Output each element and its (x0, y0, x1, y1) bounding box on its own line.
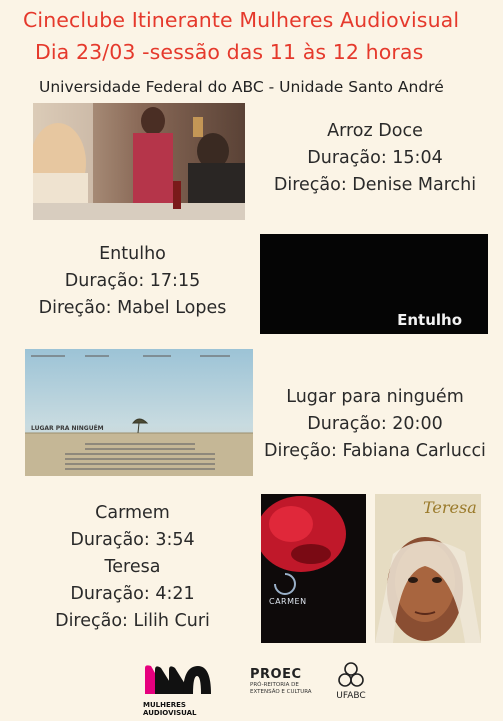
entulho-poster-title: Entulho (397, 311, 462, 329)
proec-line2: EXTENSÃO E CULTURA (250, 689, 312, 695)
film-director: Direção: Mabel Lopes (38, 298, 227, 318)
logo1-line2: AUDIOVISUAL (143, 709, 197, 717)
film-duration: Duração: 20:00 (307, 414, 443, 434)
event-title: Cineclube Itinerante Mulheres Audiovisua… (23, 8, 460, 32)
entulho-poster: Entulho (260, 234, 488, 334)
lugar-poster-title: LUGAR PRA NINGUÉM (31, 425, 104, 432)
venue: Universidade Federal do ABC - Unidade Sa… (39, 78, 444, 96)
film-director: Direção: Lilih Curi (55, 611, 210, 631)
film-title: Carmem (95, 503, 170, 523)
mulheres-audiovisual-logo: MULHERES AUDIOVISUAL (143, 662, 219, 717)
ufabc-logo: UFABC (331, 662, 371, 708)
session-date-time: Dia 23/03 -sessão das 11 às 12 horas (35, 40, 424, 64)
ufabc-name: UFABC (336, 691, 366, 701)
proec-logo: PROEC PRÓ-REITORIA DE EXTENSÃO E CULTURA (250, 667, 320, 707)
film-director: Direção: Denise Marchi (273, 175, 477, 195)
film-title: Arroz Doce (327, 121, 423, 141)
mulheres-audiovisual-mark (145, 665, 211, 694)
film-title: Entulho (99, 244, 166, 264)
carmen-poster: CARMEN (261, 494, 366, 643)
lugar-poster: LUGAR PRA NINGUÉM (25, 349, 253, 476)
film-duration: Duração: 3:54 (70, 530, 195, 550)
film-arroz-doce: Arroz Doce Duração: 15:04 Direção: Denis… (260, 118, 490, 199)
teresa-poster: Teresa (375, 494, 481, 643)
teresa-poster-title: Teresa (423, 498, 477, 517)
film-title: Lugar para ninguém (286, 387, 464, 407)
film-entulho: Entulho Duração: 17:15 Direção: Mabel Lo… (20, 241, 245, 322)
carmen-poster-title: CARMEN (269, 597, 307, 606)
arroz-doce-still (33, 103, 245, 220)
film-duration: Duração: 15:04 (307, 148, 443, 168)
film-title: Teresa (104, 557, 161, 577)
ufabc-mark (338, 662, 364, 687)
film-carmem-teresa: Carmem Duração: 3:54 Teresa Duração: 4:2… (20, 500, 245, 635)
film-duration: Duração: 4:21 (70, 584, 195, 604)
proec-name: PROEC (250, 667, 302, 682)
film-duration: Duração: 17:15 (64, 271, 201, 291)
film-lugar-para-ninguem: Lugar para ninguém Duração: 20:00 Direçã… (252, 384, 498, 465)
logo1-line1: MULHERES (143, 701, 186, 709)
film-director: Direção: Fabiana Carlucci (264, 441, 486, 461)
proec-line1: PRÓ-REITORIA DE (250, 682, 299, 688)
